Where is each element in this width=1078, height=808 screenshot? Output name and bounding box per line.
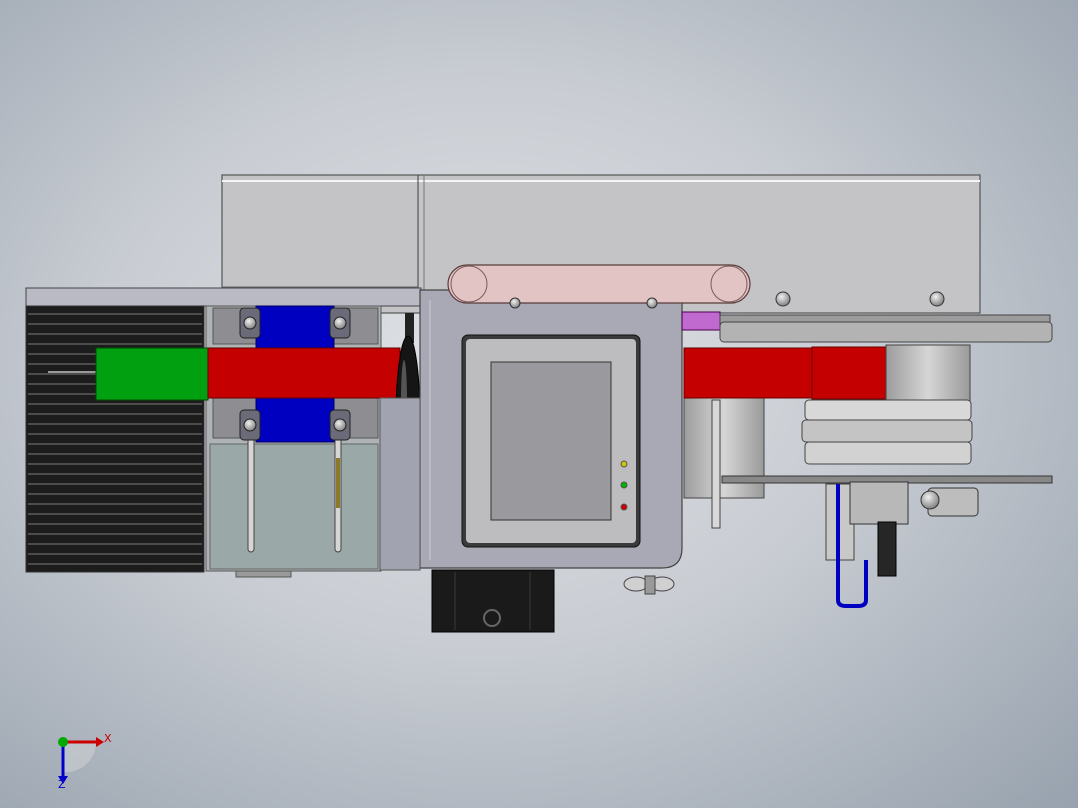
indicator-led-yellow [620, 460, 628, 468]
z-axis-label: Z [58, 778, 66, 791]
blue-clamp-top [239, 305, 351, 353]
axis-triad [58, 737, 104, 784]
drive-motor [431, 569, 555, 633]
red-band-right [683, 347, 813, 399]
blue-clamp-bottom [239, 395, 351, 443]
purple-connector [681, 311, 721, 331]
assembly-drawing [25, 174, 1053, 784]
green-block [95, 347, 209, 401]
right-mechanism [681, 311, 1053, 608]
panel-side-block [379, 397, 421, 571]
y-axis-dot [58, 737, 68, 747]
indicator-led-green [620, 481, 628, 489]
hmi-screen [461, 334, 641, 548]
red-block-right [811, 346, 887, 400]
wing-nut [623, 575, 675, 595]
red-band-left [207, 347, 401, 399]
x-axis-label: X [104, 732, 112, 745]
handle-rail [447, 264, 751, 309]
cad-viewport[interactable]: X Z [0, 0, 1078, 808]
indicator-led-red [620, 503, 628, 511]
